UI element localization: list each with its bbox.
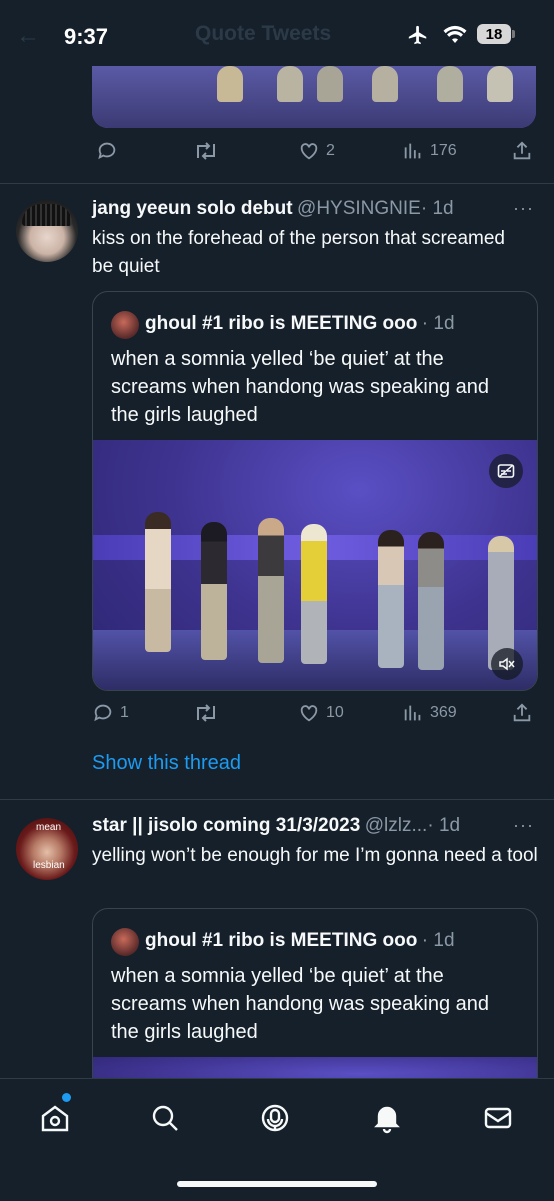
handle[interactable]: @lzlz... [365, 815, 428, 836]
tweet-header: jang yeeun solo debut @HYSINGNIE· 1d [92, 198, 512, 220]
performer-figure [372, 66, 398, 102]
retweet-button[interactable] [193, 140, 225, 162]
performer-figure [201, 522, 227, 660]
mute-icon[interactable] [491, 648, 523, 680]
performer-figure [258, 518, 284, 663]
battery-indicator: 18 [477, 24, 511, 44]
performer-figure [418, 532, 444, 670]
status-time: 9:37 [64, 24, 109, 49]
more-options-icon[interactable]: ··· [513, 198, 534, 219]
airplane-icon [405, 24, 431, 51]
like-count: 10 [326, 704, 344, 721]
display-name[interactable]: star || jisolo coming 31/3/2023 [92, 815, 360, 836]
quote-text: when a somnia yelled ‘be quiet’ at the s… [111, 348, 490, 426]
performer-figure [301, 524, 327, 664]
quote-time: · 1d [421, 930, 455, 951]
quote-header: ghoul #1 ribo is MEETING ooo · 1d [145, 313, 455, 335]
more-options-icon[interactable]: ··· [513, 815, 534, 836]
performer-figure [317, 66, 343, 102]
quote-display-name: ghoul #1 ribo is MEETING ooo [145, 930, 418, 951]
back-arrow-ghost: ← [16, 22, 40, 49]
tweet-header: star || jisolo coming 31/3/2023 @lzlz...… [92, 815, 512, 837]
views-button[interactable]: 369 [402, 702, 457, 724]
captions-icon[interactable] [489, 454, 523, 488]
tweet-actions: 1 10 369 [0, 700, 554, 730]
search-icon[interactable] [148, 1101, 182, 1135]
tweet-time: · 1d [420, 198, 454, 219]
performer-figure [378, 530, 404, 668]
quote-avatar [111, 311, 139, 339]
spaces-icon[interactable] [258, 1101, 292, 1135]
tweet-text: yelling won’t be enough for me I’m gonna… [92, 845, 538, 866]
tweet-text: kiss on the forehead of the person that … [92, 228, 505, 277]
home-icon[interactable] [38, 1101, 72, 1135]
share-button[interactable] [511, 702, 533, 724]
messages-icon[interactable] [481, 1101, 515, 1135]
quote-time: · 1d [421, 313, 455, 334]
stage-floor [92, 66, 536, 128]
share-button[interactable] [511, 140, 533, 162]
views-button[interactable]: 176 [402, 140, 457, 162]
performer-figure [437, 66, 463, 102]
performer-figure [277, 66, 303, 102]
battery-tip [512, 30, 515, 38]
quoted-tweet[interactable]: ghoul #1 ribo is MEETING ooo · 1d when a… [92, 291, 538, 691]
handle[interactable]: @HYSINGNIE [297, 198, 421, 219]
divider [0, 799, 554, 800]
wifi-icon [443, 25, 467, 50]
show-thread-link[interactable]: Show this thread [92, 752, 241, 775]
quote-display-name: ghoul #1 ribo is MEETING ooo [145, 313, 418, 334]
header-title-ghost: Quote Tweets [195, 22, 332, 45]
quote-video[interactable] [93, 440, 537, 690]
views-count: 369 [430, 704, 457, 721]
top-tweet-actions: 2 176 [0, 138, 554, 168]
status-bar: ← Quote Tweets 9:37 18 [0, 0, 554, 70]
retweet-button[interactable] [193, 702, 225, 724]
performer-figure [217, 66, 243, 102]
reply-button[interactable]: 1 [92, 702, 129, 724]
like-count: 2 [326, 142, 335, 159]
like-button[interactable]: 2 [298, 140, 335, 162]
quote-text: when a somnia yelled ‘be quiet’ at the s… [111, 965, 490, 1043]
performer-figure [145, 512, 171, 652]
avatar-text-bottom: lesbian [33, 860, 65, 871]
avatar[interactable]: mean lesbian [16, 818, 78, 880]
like-button[interactable]: 10 [298, 702, 344, 724]
notification-dot [62, 1093, 71, 1102]
reply-button[interactable] [96, 140, 124, 162]
display-name[interactable]: jang yeeun solo debut [92, 198, 293, 219]
reply-count: 1 [120, 704, 129, 721]
top-tweet-media[interactable] [92, 66, 536, 128]
divider [0, 183, 554, 184]
quoted-tweet[interactable]: ghoul #1 ribo is MEETING ooo · 1d when a… [92, 908, 538, 1100]
performer-figure [487, 66, 513, 102]
quote-header: ghoul #1 ribo is MEETING ooo · 1d [145, 930, 455, 952]
tweet-time: · 1d [427, 815, 461, 836]
avatar-text-top: mean [36, 822, 62, 833]
views-count: 176 [430, 142, 457, 159]
home-indicator[interactable] [177, 1181, 377, 1187]
avatar[interactable] [16, 200, 78, 262]
quote-avatar [111, 928, 139, 956]
notifications-icon[interactable] [370, 1101, 404, 1135]
